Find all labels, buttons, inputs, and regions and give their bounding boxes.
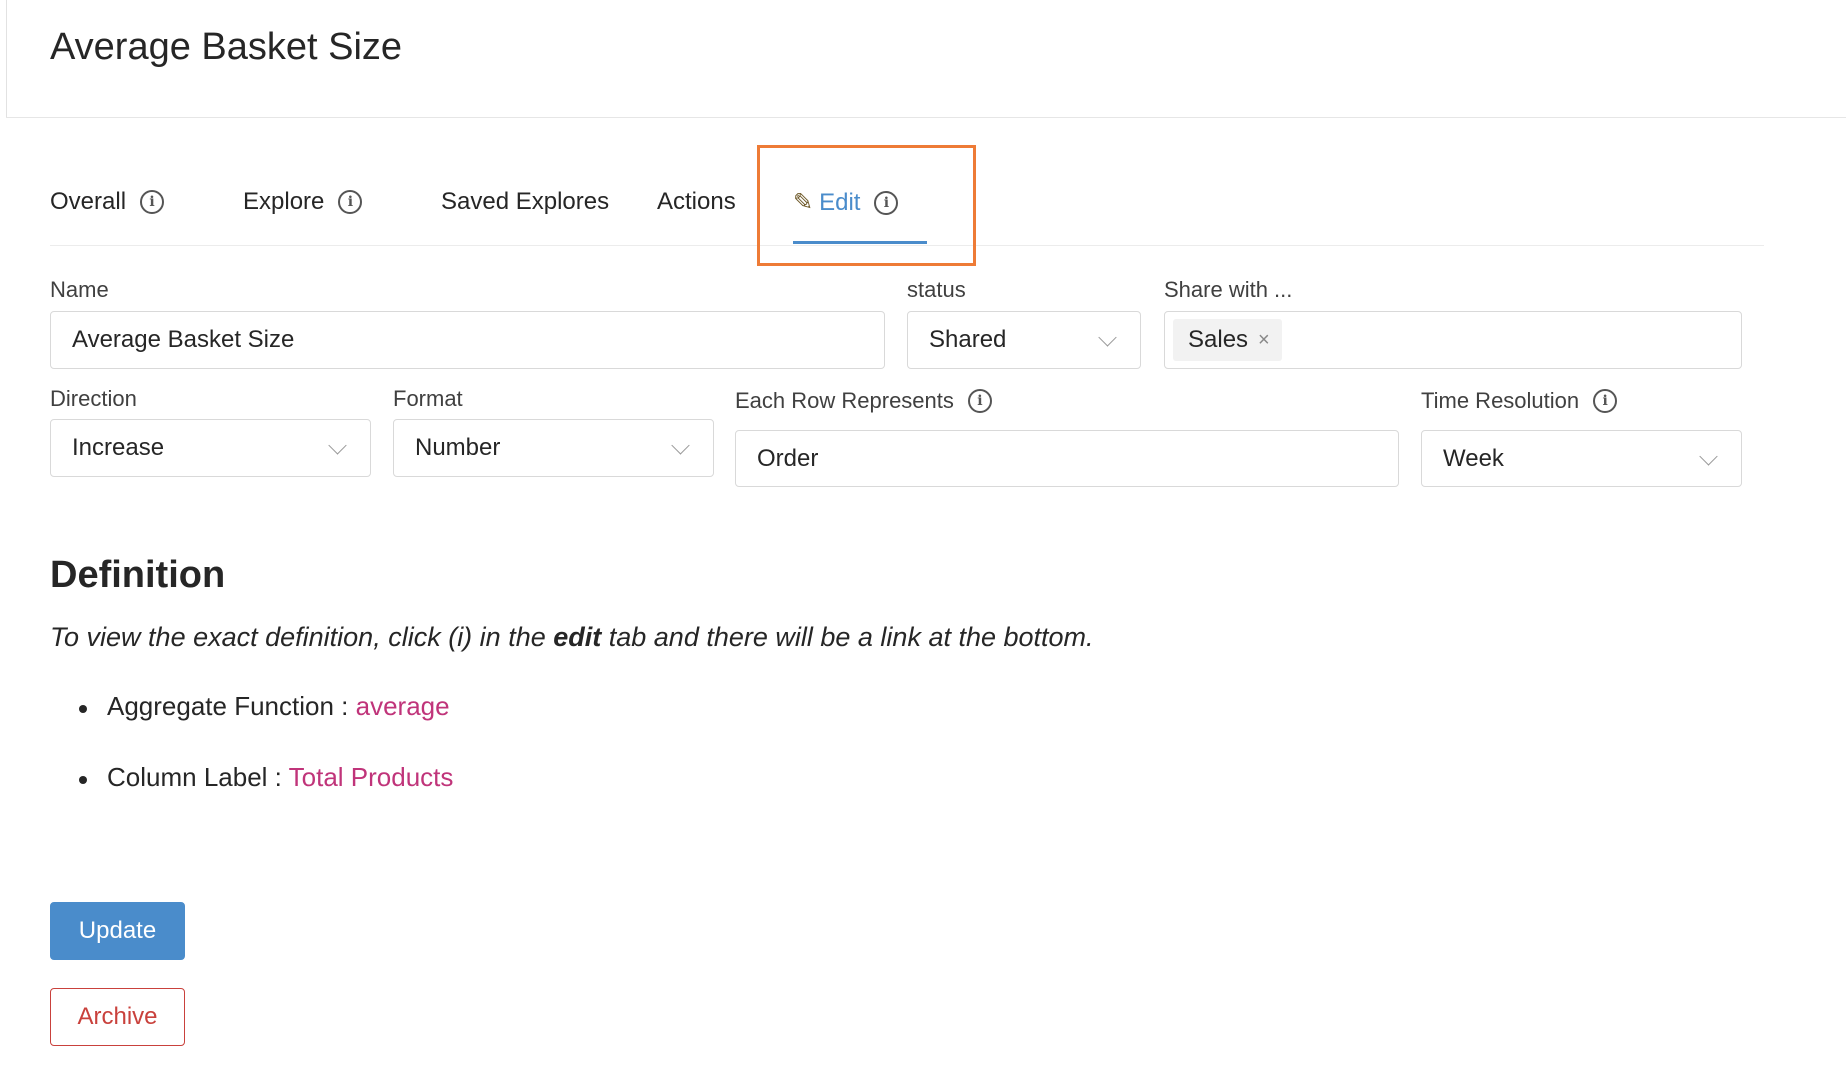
header-divider: [6, 117, 1846, 118]
page-title: Average Basket Size: [50, 26, 403, 68]
update-button[interactable]: Update: [50, 902, 185, 960]
page: Average Basket Size Overall i Explore i …: [0, 0, 1846, 1084]
time-resolution-select[interactable]: Week: [1421, 430, 1742, 487]
time-resolution-select-value: Week: [1443, 444, 1504, 472]
left-border: [6, 0, 7, 118]
list-item: Aggregate Function : average: [79, 691, 450, 722]
info-icon[interactable]: i: [1593, 389, 1618, 413]
archive-button[interactable]: Archive: [50, 988, 185, 1046]
format-label: Format: [393, 386, 463, 411]
definition-item-label: Column Label :: [107, 762, 289, 792]
chevron-down-icon: [671, 436, 690, 455]
each-row-input[interactable]: Order: [735, 430, 1399, 487]
definition-note-start: To view the exact definition, click (i) …: [50, 622, 554, 652]
share-tag: Sales ×: [1173, 319, 1282, 361]
info-icon[interactable]: i: [140, 190, 165, 214]
info-icon[interactable]: i: [338, 190, 363, 214]
direction-label: Direction: [50, 386, 137, 411]
definition-item-label: Aggregate Function :: [107, 691, 356, 721]
direction-select-value: Increase: [72, 434, 165, 461]
each-row-label: Each Row Represents i: [735, 388, 992, 414]
tab-overall[interactable]: Overall i: [50, 188, 165, 216]
status-select[interactable]: Shared: [907, 311, 1141, 369]
each-row-label-text: Each Row Represents: [735, 388, 954, 413]
status-label: status: [907, 277, 966, 302]
tab-saved-explores-label: Saved Explores: [441, 188, 610, 215]
share-with-select[interactable]: Sales ×: [1164, 311, 1742, 369]
time-resolution-label: Time Resolution i: [1421, 388, 1618, 414]
list-item: Column Label : Total Products: [78, 762, 454, 793]
tab-overall-label: Overall: [50, 188, 127, 215]
tab-explore-label: Explore: [243, 188, 325, 215]
tab-saved-explores[interactable]: Saved Explores: [441, 188, 609, 216]
format-select-value: Number: [415, 434, 501, 461]
chevron-down-icon: [1699, 446, 1718, 466]
definition-note-end: tab and there will be a link at the bott…: [601, 622, 1094, 652]
highlight-box: [757, 145, 976, 266]
close-icon[interactable]: ×: [1258, 329, 1270, 352]
time-resolution-label-text: Time Resolution: [1421, 388, 1580, 413]
share-with-label: Share with ...: [1164, 277, 1293, 302]
each-row-input-value: Order: [757, 444, 819, 472]
info-icon[interactable]: i: [967, 389, 992, 413]
chevron-down-icon: [1098, 328, 1117, 347]
name-label: Name: [50, 277, 109, 302]
share-tag-label: Sales: [1188, 326, 1249, 353]
name-input[interactable]: Average Basket Size: [50, 311, 885, 369]
chevron-down-icon: [328, 436, 347, 455]
tab-actions-label: Actions: [657, 188, 736, 215]
definition-title: Definition: [50, 554, 226, 596]
tab-explore[interactable]: Explore i: [243, 188, 363, 216]
format-select[interactable]: Number: [393, 419, 714, 477]
definition-note-bold: edit: [553, 622, 602, 652]
definition-item-value: Total Products: [288, 762, 454, 792]
definition-item-value: average: [355, 691, 450, 721]
name-input-value: Average Basket Size: [72, 326, 295, 353]
definition-note: To view the exact definition, click (i) …: [50, 622, 1094, 653]
status-select-value: Shared: [929, 326, 1007, 353]
tab-actions[interactable]: Actions: [657, 188, 736, 216]
direction-select[interactable]: Increase: [50, 419, 371, 477]
